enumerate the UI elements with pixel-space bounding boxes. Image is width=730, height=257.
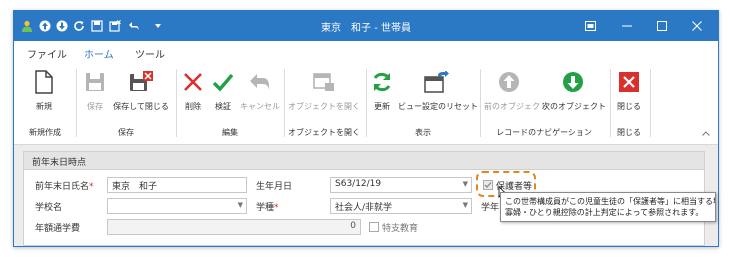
close-button[interactable]: 閉じる	[614, 69, 644, 112]
ribbon-separator	[284, 69, 285, 137]
refresh-button[interactable]: 更新	[370, 69, 394, 112]
maximize-icon[interactable]	[652, 16, 672, 36]
refresh-arrows-icon	[370, 69, 394, 95]
reset-view-button[interactable]: ビュー設定のリセット	[398, 69, 478, 112]
save-disk-icon	[80, 69, 110, 95]
group-label-open-object: オブジェクトを開く	[288, 128, 360, 137]
checkmark-icon	[210, 69, 236, 95]
close-window-icon[interactable]	[687, 16, 707, 36]
next-object-button[interactable]: 次のオブジェクト	[542, 69, 606, 112]
cancel-button[interactable]: キャンセル	[240, 69, 280, 112]
name-label: 前年末日氏名*	[35, 182, 94, 192]
collapse-ribbon-icon[interactable]	[702, 129, 710, 139]
undo-arrow-icon	[240, 69, 280, 95]
tab-file[interactable]: ファイル	[27, 46, 67, 61]
new-document-icon	[24, 69, 64, 95]
group-label-save: 保存	[118, 128, 134, 137]
panel-title: 前年末日時点	[32, 158, 87, 168]
school-type-label: 学種*	[256, 203, 279, 213]
ribbon-separator	[650, 69, 651, 137]
tab-tools[interactable]: ツール	[135, 46, 165, 61]
down-arrow-circle-icon	[542, 69, 604, 95]
chevron-down-icon: ▼	[462, 180, 468, 188]
group-label-record-nav: レコードのナビゲーション	[496, 128, 592, 137]
save-close-disk-icon	[112, 69, 170, 95]
menu-bar: ファイル ホーム ツール	[14, 41, 718, 66]
title-bar: 東京 和子 - 世帯員	[14, 11, 718, 41]
special-education-label: 特支教育	[382, 224, 419, 234]
special-education-checkbox[interactable]	[369, 222, 379, 232]
ribbon-separator	[366, 69, 367, 137]
group-label-view: 表示	[415, 128, 431, 137]
group-label-edit: 編集	[222, 128, 238, 137]
guardian-tooltip: この世帯構成員がこの児童生徒の「保護者等」に相当する場 寡婦・ひとり親控除の計上…	[500, 192, 716, 222]
group-label-close: 閉じる	[617, 128, 641, 137]
school-type-select[interactable]: 社会人/非就学 ▼	[330, 198, 472, 214]
chevron-down-icon: ▼	[237, 201, 243, 209]
school-name-label: 学校名	[35, 203, 63, 213]
birth-date-select[interactable]: S63/12/19 ▼	[330, 177, 472, 193]
ribbon-separator	[76, 69, 77, 137]
close-square-icon	[614, 69, 644, 95]
open-window-icon	[288, 69, 360, 95]
delete-x-icon	[180, 69, 206, 95]
verify-button[interactable]: 検証	[210, 69, 236, 112]
minimize-icon[interactable]	[617, 16, 637, 36]
new-button[interactable]: 新規	[24, 69, 64, 112]
save-button[interactable]: 保存	[80, 69, 110, 112]
group-label-new: 新規作成	[29, 128, 61, 137]
tooltip-line-2: 寡婦・ひとり親控除の計上判定によって参照されます。	[505, 208, 704, 217]
ribbon-separator	[480, 69, 481, 137]
window-title: 東京 和子 - 世帯員	[321, 23, 411, 34]
ribbon-separator	[610, 69, 611, 137]
save-and-close-button[interactable]: 保存して閉じる	[112, 69, 170, 112]
birth-date-label: 生年月日	[256, 182, 293, 192]
tuition-label: 年額通学費	[35, 224, 81, 234]
ribbon-separator	[176, 69, 177, 137]
up-arrow-circle-icon	[484, 69, 534, 95]
ribbon-display-icon[interactable]	[580, 16, 600, 36]
view-reset-icon	[398, 69, 476, 95]
tooltip-line-1: この世帯構成員がこの児童生徒の「保護者等」に相当する場	[505, 197, 716, 206]
school-name-select[interactable]: ▼	[107, 198, 247, 214]
tab-home[interactable]: ホーム	[84, 46, 114, 66]
tuition-field[interactable]: 0	[107, 219, 361, 235]
previous-object-button[interactable]: 前のオブジェクト	[484, 69, 548, 112]
open-object-button[interactable]: オブジェクトを開く	[288, 69, 360, 112]
delete-button[interactable]: 削除	[180, 69, 206, 112]
school-year-label: 学年	[481, 203, 500, 213]
chevron-down-icon: ▼	[462, 201, 468, 209]
name-field[interactable]: 東京 和子	[107, 177, 247, 193]
panel-header: 前年末日時点	[24, 152, 704, 170]
ribbon: 新規 新規作成 保存 保存して閉じる 保存 削除 検証 キャンセル 編集 オブジ…	[14, 63, 718, 145]
